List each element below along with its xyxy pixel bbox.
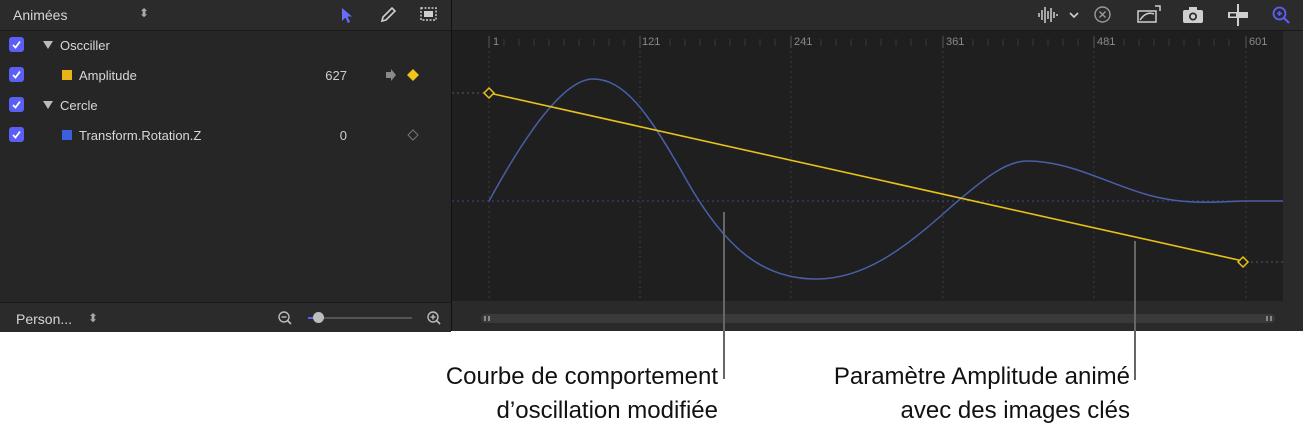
parameter-list-header: Animées ⬍: [0, 0, 451, 31]
zoom-slider-thumb[interactable]: [313, 312, 324, 323]
zoom-in-icon[interactable]: [426, 310, 442, 326]
parameter-list-footer: Person... ⬍: [0, 302, 451, 332]
callout-oscillation: Courbe de comportement d’oscillation mod…: [300, 360, 718, 428]
keyframe-diamond-icon[interactable]: [406, 68, 420, 82]
color-swatch: [62, 70, 72, 80]
zoom-to-fit-icon[interactable]: [1271, 5, 1291, 25]
scroll-grip-left[interactable]: [484, 316, 486, 321]
enable-checkbox[interactable]: [9, 97, 24, 112]
preset-menu[interactable]: Person...: [16, 311, 72, 327]
graph-toolbar: [452, 0, 1303, 31]
callout-text-line: avec des images clés: [900, 397, 1130, 424]
arrow-tool-icon[interactable]: [337, 5, 357, 25]
keyframe-nav-arrow-icon[interactable]: [384, 68, 398, 82]
keyframe-diamond-empty-icon[interactable]: [407, 129, 419, 141]
row-label: Transform.Rotation.Z: [79, 128, 202, 143]
parameter-list-panel: Animées ⬍ Oscciller Amplitude 627 Cercle…: [0, 0, 452, 332]
callout-text-line: Courbe de comportement: [445, 363, 718, 390]
row-label: Oscciller: [60, 38, 110, 53]
fit-curve-icon[interactable]: [1136, 5, 1162, 25]
callout-text-line: Paramètre Amplitude animé: [833, 363, 1130, 390]
curve-canvas[interactable]: [452, 31, 1283, 301]
pencil-tool-icon[interactable]: [378, 5, 398, 25]
color-swatch: [62, 130, 72, 140]
disclosure-triangle-icon[interactable]: [43, 101, 53, 109]
chevron-down-icon[interactable]: [1068, 10, 1080, 20]
scroll-grip-left[interactable]: [488, 316, 490, 321]
scroll-grip-right[interactable]: [1266, 316, 1268, 321]
horizontal-scrollbar[interactable]: [481, 314, 1275, 323]
scroll-grip-right[interactable]: [1270, 316, 1272, 321]
enable-checkbox[interactable]: [9, 37, 24, 52]
enable-checkbox[interactable]: [9, 127, 24, 142]
amplitude-curve[interactable]: [488, 92, 1244, 262]
updown-arrows-icon[interactable]: ⬍: [88, 311, 98, 325]
camera-icon[interactable]: [1182, 6, 1204, 24]
parameter-row-amplitude[interactable]: Amplitude 627: [0, 60, 451, 90]
row-label: Amplitude: [79, 68, 137, 83]
parameter-value[interactable]: 627: [325, 68, 347, 83]
clear-curve-icon[interactable]: [1093, 5, 1112, 24]
parameter-row-oscillate[interactable]: Oscciller: [0, 30, 451, 60]
row-label: Cercle: [60, 98, 98, 113]
curve-graph-panel: 1 121 241 361 481 601: [452, 0, 1303, 331]
enable-checkbox[interactable]: [9, 67, 24, 82]
oscillation-curve[interactable]: [488, 78, 1283, 280]
audio-waveform-icon[interactable]: [1037, 6, 1059, 24]
keyframe-start[interactable]: [482, 86, 496, 100]
updown-arrows-icon[interactable]: ⬍: [139, 6, 149, 20]
snap-icon[interactable]: [1226, 4, 1250, 26]
ruler-ticks: [488, 36, 1247, 48]
vertical-grid: [488, 51, 1247, 301]
keyframe-editor: Animées ⬍ Oscciller Amplitude 627 Cercle…: [0, 0, 1303, 332]
callout-amplitude: Paramètre Amplitude animé avec des image…: [730, 360, 1130, 428]
parameter-value[interactable]: 0: [340, 128, 347, 143]
keyframe-end[interactable]: [1236, 255, 1250, 269]
box-select-tool-icon[interactable]: [419, 5, 439, 25]
ruler-minor-ticks: [503, 39, 1230, 46]
callout-line-oscillation: [723, 212, 725, 379]
callout-line-amplitude: [1134, 241, 1136, 380]
show-menu[interactable]: Animées: [13, 7, 67, 23]
disclosure-triangle-icon[interactable]: [43, 41, 53, 49]
callout-text-line: d’oscillation modifiée: [496, 397, 718, 424]
parameter-row-circle[interactable]: Cercle: [0, 90, 451, 120]
zoom-out-icon[interactable]: [277, 310, 293, 326]
parameter-row-rotation-z[interactable]: Transform.Rotation.Z 0: [0, 120, 451, 150]
curve-graph[interactable]: 1 121 241 361 481 601: [452, 31, 1283, 301]
